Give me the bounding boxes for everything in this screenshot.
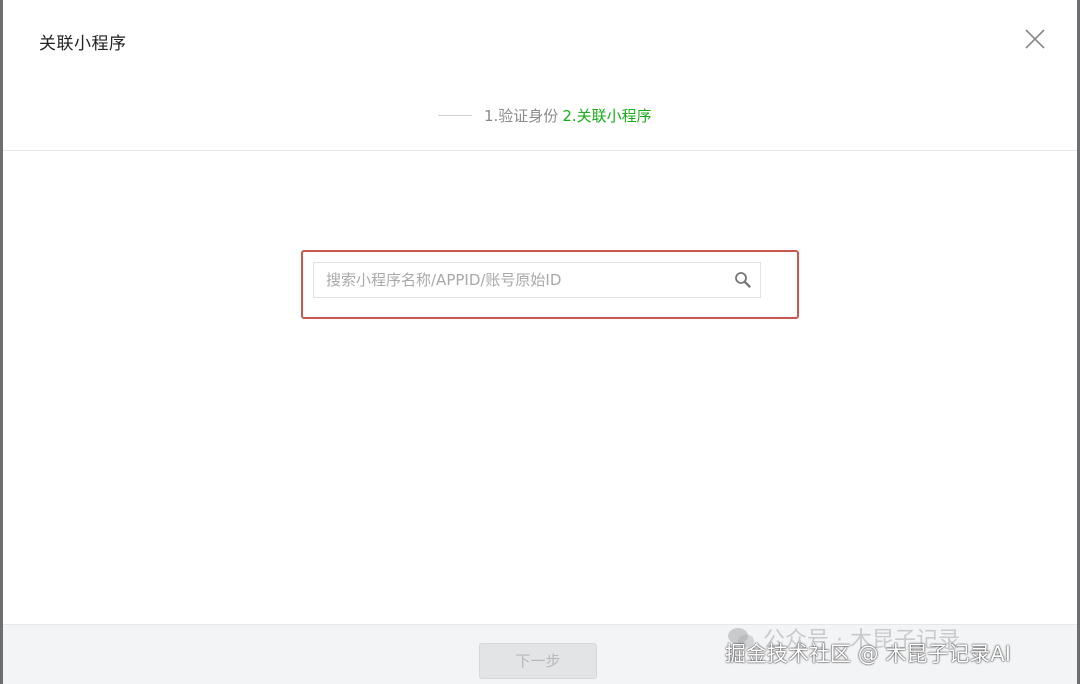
search-input[interactable] bbox=[314, 263, 724, 297]
next-step-button[interactable]: 下一步 bbox=[479, 643, 597, 679]
close-icon bbox=[1025, 29, 1045, 49]
step-verify-identity: 1.验证身份 bbox=[484, 106, 559, 125]
link-miniprogram-dialog: 关联小程序 1.验证身份 2.关联小程序 bbox=[3, 0, 1077, 684]
step-link-miniprogram: 2.关联小程序 bbox=[562, 106, 652, 125]
dialog-title: 关联小程序 bbox=[39, 34, 127, 54]
search-icon bbox=[735, 272, 751, 288]
header-divider bbox=[3, 150, 1077, 151]
search-button[interactable] bbox=[734, 271, 752, 289]
close-button[interactable] bbox=[1021, 25, 1049, 53]
step-connector-line bbox=[438, 114, 472, 116]
step-indicator: 1.验证身份 2.关联小程序 bbox=[438, 104, 652, 126]
watermark-front-text: 掘金技术社区 @ 木昆子记录AI bbox=[725, 642, 1011, 666]
search-box bbox=[313, 262, 761, 298]
